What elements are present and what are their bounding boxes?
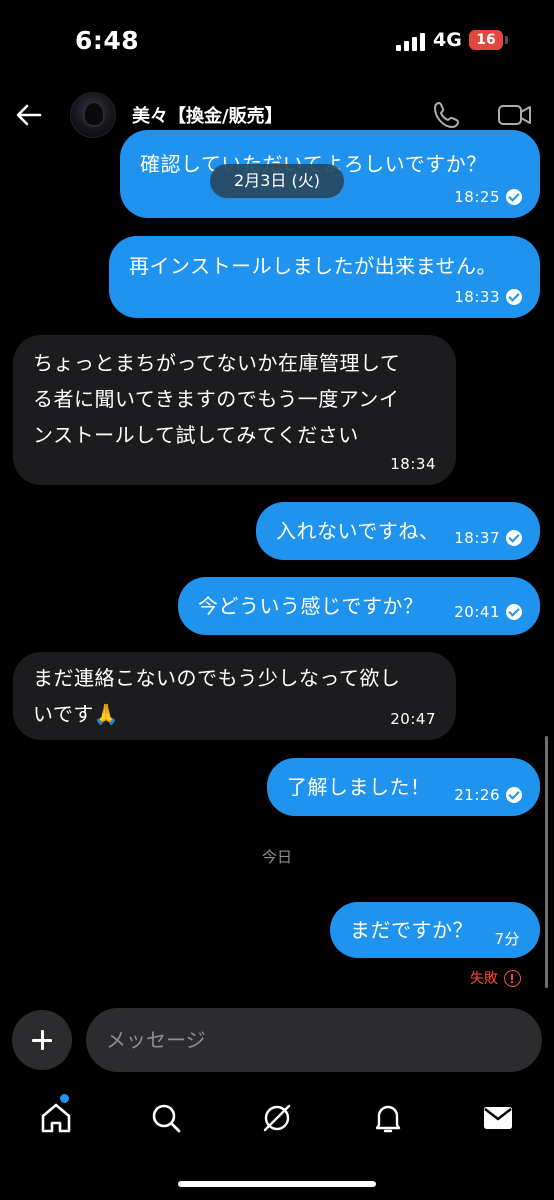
message-bubble-outgoing[interactable]: 入れないですね、 18:37: [256, 502, 540, 560]
notification-dot: [60, 1094, 69, 1103]
search-icon: [152, 1104, 181, 1133]
read-check-icon: [506, 289, 522, 305]
message-text: 入れないですね、: [276, 519, 440, 543]
add-attachment-button[interactable]: [12, 1010, 72, 1070]
message-meta: 20:41: [454, 603, 522, 621]
nav-search[interactable]: [146, 1098, 186, 1138]
date-chip: 2月3日 (火): [210, 164, 344, 198]
message-input[interactable]: [106, 1008, 526, 1072]
message-bubble-incoming[interactable]: まだ連絡こないのでもう少しなって欲し いです🙏 20:47: [13, 652, 456, 740]
avatar[interactable]: [70, 92, 116, 138]
message-time: 18:34: [390, 455, 436, 473]
message-text-line: まだ連絡こないのでもう少しなって欲し: [33, 666, 401, 690]
message-text-line: る者に聞いてきますのでもう一度アンイ: [33, 387, 400, 411]
message-text: 了解しました！: [287, 775, 431, 799]
network-label: 4G: [433, 29, 462, 51]
status-bar: 6:48 4G 16: [0, 0, 554, 80]
send-failed-status[interactable]: 失敗: [470, 968, 521, 988]
message-time: 18:33: [454, 288, 500, 306]
signal-icon: [396, 33, 426, 51]
message-text-line: ちょっとまちがってないか在庫管理して: [33, 351, 401, 375]
scrollbar[interactable]: [545, 736, 548, 988]
message-bubble-outgoing[interactable]: 今どういう感じですか？ 20:41: [178, 577, 540, 635]
failed-label: 失敗: [470, 971, 498, 987]
message-time: 18:37: [454, 529, 500, 547]
message-bubble-outgoing[interactable]: まだですか？ 7分: [330, 902, 540, 958]
bell-icon: [375, 1105, 401, 1133]
back-arrow-icon[interactable]: [12, 98, 46, 132]
nav-explore[interactable]: [257, 1098, 297, 1138]
bottom-nav: [0, 1086, 554, 1150]
video-call-icon[interactable]: [494, 98, 534, 132]
message-text-line: ンストールして試してみてください: [33, 423, 359, 447]
battery-icon: 16: [469, 30, 503, 50]
explore-icon: [263, 1104, 291, 1132]
message-time: 20:47: [390, 710, 436, 728]
nav-notifications[interactable]: [368, 1098, 408, 1138]
status-time: 6:48: [75, 26, 140, 55]
message-bubble-outgoing[interactable]: 再インストールしましたが出来ません。 18:33: [109, 236, 540, 318]
message-meta: 18:25: [454, 188, 522, 206]
message-time: 7分: [494, 930, 520, 948]
battery-cap: [505, 36, 508, 44]
phone-icon[interactable]: [430, 98, 464, 132]
message-meta: 18:34: [390, 455, 436, 473]
message-bubble-outgoing[interactable]: 了解しました！ 21:26: [267, 758, 540, 816]
message-text: まだですか？: [350, 918, 473, 942]
message-bubble-incoming[interactable]: ちょっとまちがってないか在庫管理して る者に聞いてきますのでもう一度アンイ ンス…: [13, 335, 456, 485]
read-check-icon: [506, 189, 522, 205]
nav-home[interactable]: [36, 1094, 76, 1138]
home-icon: [41, 1103, 71, 1133]
message-text: 再インストールしましたが出来ません。: [129, 254, 497, 278]
message-text: 今どういう感じですか？: [198, 594, 424, 618]
message-text-line: いです🙏: [33, 702, 120, 726]
message-time: 18:25: [454, 188, 500, 206]
message-meta: 20:47: [390, 710, 436, 728]
nav-messages[interactable]: [478, 1098, 518, 1138]
read-check-icon: [506, 604, 522, 620]
message-time: 21:26: [454, 786, 500, 804]
home-indicator[interactable]: [178, 1181, 376, 1187]
day-separator: 今日: [261, 848, 292, 866]
error-info-icon[interactable]: [504, 969, 521, 987]
message-meta: 18:37: [454, 529, 522, 547]
message-composer[interactable]: [86, 1008, 542, 1072]
message-meta: 18:33: [454, 288, 522, 306]
read-check-icon: [506, 787, 522, 803]
message-meta: 21:26: [454, 786, 522, 804]
contact-name[interactable]: 美々【換金/販売】: [132, 102, 283, 128]
mail-icon: [484, 1107, 512, 1129]
message-time: 20:41: [454, 603, 500, 621]
read-check-icon: [506, 530, 522, 546]
message-meta: 7分: [494, 930, 520, 948]
